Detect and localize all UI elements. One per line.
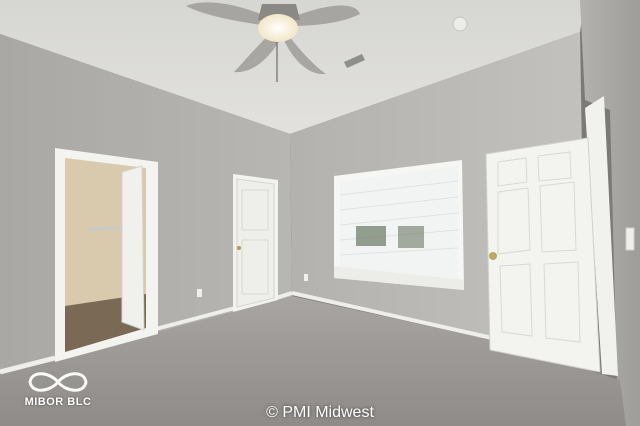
right-door-knob xyxy=(489,252,497,260)
room-illustration xyxy=(0,0,640,426)
closet-rod xyxy=(87,226,125,231)
window-tree-2 xyxy=(398,226,424,248)
outlet-back xyxy=(304,274,308,281)
window-tree xyxy=(356,226,386,246)
center-door-knob xyxy=(237,246,241,250)
infinity-logo-icon xyxy=(28,372,88,392)
light-switch xyxy=(625,227,635,251)
closet-door xyxy=(121,165,145,331)
bedroom-photo xyxy=(0,0,640,426)
photo-credit: © PMI Midwest xyxy=(266,404,374,421)
outlet-left xyxy=(197,289,202,297)
right-door xyxy=(485,137,601,373)
smoke-detector xyxy=(452,16,468,32)
